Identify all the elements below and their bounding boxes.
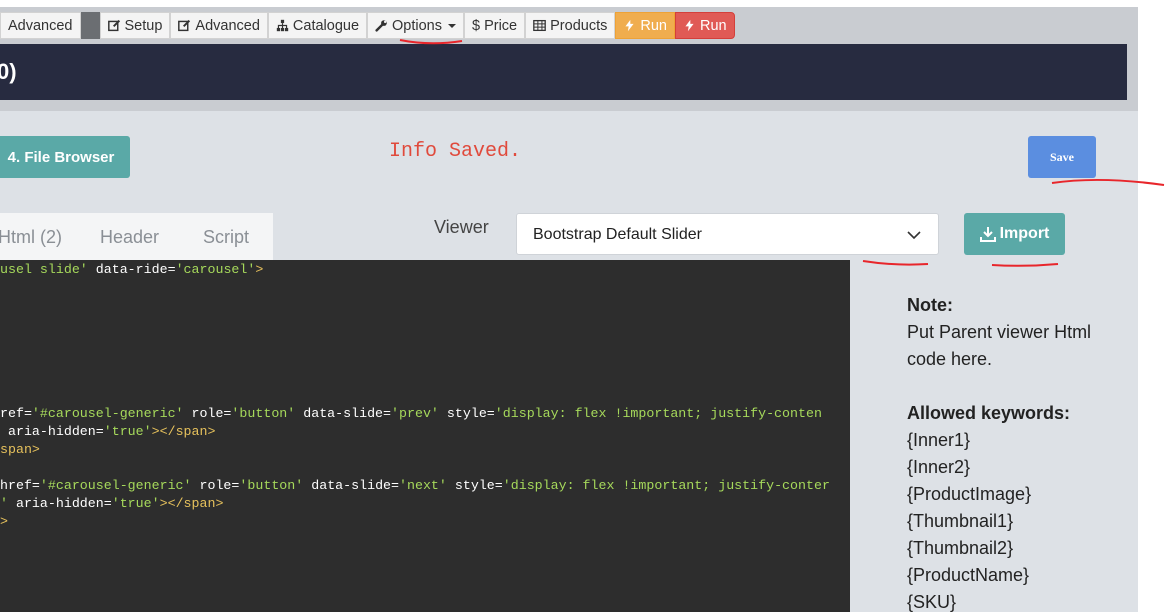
toolbar-label: Options bbox=[392, 17, 442, 34]
toolbar-catalogue-button[interactable]: Catalogue bbox=[267, 12, 368, 39]
toolbar-advanced-2-button[interactable]: Advanced bbox=[170, 12, 268, 39]
title-bar: 0) bbox=[0, 44, 1127, 100]
keyword-item: {ProductName} bbox=[907, 565, 1030, 585]
toolbar-label: Run bbox=[699, 17, 727, 34]
toolbar-label: Setup bbox=[124, 17, 163, 34]
toolbar-advanced-button[interactable]: Advanced bbox=[0, 12, 81, 39]
info-saved-message: Info Saved. bbox=[389, 140, 522, 163]
toolbar: Advanced Setup Advanced Catalogue Option… bbox=[0, 12, 735, 39]
import-button[interactable]: Import bbox=[964, 213, 1065, 255]
tab-script[interactable]: Script bbox=[203, 227, 249, 248]
note-panel: Note: Put Parent viewer Html code here. … bbox=[907, 292, 1127, 612]
code-line: aria-hidden='true'></span> bbox=[0, 424, 216, 439]
keyword-item: {ProductImage} bbox=[907, 484, 1032, 504]
bolt-icon bbox=[685, 19, 694, 32]
keyword-item: {SKU} bbox=[907, 592, 957, 612]
toolbar-label: Run bbox=[640, 17, 667, 34]
toolbar-run-button[interactable]: Run bbox=[615, 12, 675, 39]
save-button[interactable]: Save bbox=[1028, 136, 1096, 178]
toolbar-run-2-button[interactable]: Run bbox=[674, 12, 735, 39]
chevron-down-icon bbox=[907, 231, 921, 240]
toolbar-label: Price bbox=[484, 17, 518, 34]
code-line: > bbox=[0, 514, 8, 529]
toolbar-separator bbox=[80, 12, 100, 39]
edit-icon bbox=[178, 19, 191, 32]
caret-down-icon bbox=[448, 23, 456, 28]
code-line: ref='#carousel-generic' role='button' da… bbox=[0, 406, 822, 421]
keyword-item: {Thumbnail1} bbox=[907, 511, 1014, 531]
code-editor[interactable]: usel slide' data-ride='carousel'> ref='#… bbox=[0, 260, 850, 612]
code-line: usel slide' data-ride='carousel'> bbox=[0, 262, 264, 277]
viewer-select[interactable]: Bootstrap Default Slider bbox=[516, 213, 939, 255]
keywords-heading: Allowed keywords: bbox=[907, 403, 1071, 423]
keyword-item: {Inner2} bbox=[907, 457, 971, 477]
code-line: span> bbox=[0, 442, 40, 457]
import-label: Import bbox=[999, 225, 1050, 242]
toolbar-setup-button[interactable]: Setup bbox=[99, 12, 171, 39]
editor-tabs: Html (2) Header Script bbox=[0, 213, 273, 260]
note-heading: Note: bbox=[907, 295, 953, 315]
toolbar-label: Advanced bbox=[8, 17, 73, 34]
code-line: ' aria-hidden='true'></span> bbox=[0, 496, 224, 511]
keyword-item: {Inner1} bbox=[907, 430, 971, 450]
sitemap-icon bbox=[276, 19, 289, 32]
note-spacer bbox=[907, 373, 1127, 400]
right-strip bbox=[1138, 0, 1166, 612]
toolbar-label: Catalogue bbox=[292, 17, 360, 34]
title-text: 0) bbox=[0, 59, 17, 84]
download-icon bbox=[979, 227, 996, 242]
top-area: Advanced Setup Advanced Catalogue Option… bbox=[0, 0, 1138, 111]
code-line: href='#carousel-generic' role='button' d… bbox=[0, 478, 830, 493]
table-icon bbox=[533, 19, 546, 32]
edit-icon bbox=[107, 19, 120, 32]
toolbar-label: Products bbox=[550, 17, 608, 34]
bolt-icon bbox=[625, 19, 634, 32]
note-text: Put Parent viewer Html code here. bbox=[907, 322, 1092, 369]
keyword-item: {Thumbnail2} bbox=[907, 538, 1014, 558]
file-browser-button[interactable]: 4. File Browser bbox=[0, 136, 130, 178]
app-background: Advanced Setup Advanced Catalogue Option… bbox=[0, 0, 1138, 612]
wrench-icon bbox=[375, 20, 387, 32]
viewer-selected-value: Bootstrap Default Slider bbox=[533, 226, 702, 243]
toolbar-price-button[interactable]: $ Price bbox=[464, 12, 526, 39]
viewer-label: Viewer bbox=[434, 217, 489, 237]
toolbar-options-dropdown[interactable]: Options bbox=[367, 12, 464, 39]
dollar-icon: $ bbox=[472, 17, 481, 34]
toolbar-label: Advanced bbox=[195, 17, 260, 34]
tab-html[interactable]: Html (2) bbox=[0, 227, 62, 248]
top-white-strip bbox=[0, 0, 1138, 7]
tab-header[interactable]: Header bbox=[100, 227, 159, 248]
toolbar-products-button[interactable]: Products bbox=[525, 12, 616, 39]
